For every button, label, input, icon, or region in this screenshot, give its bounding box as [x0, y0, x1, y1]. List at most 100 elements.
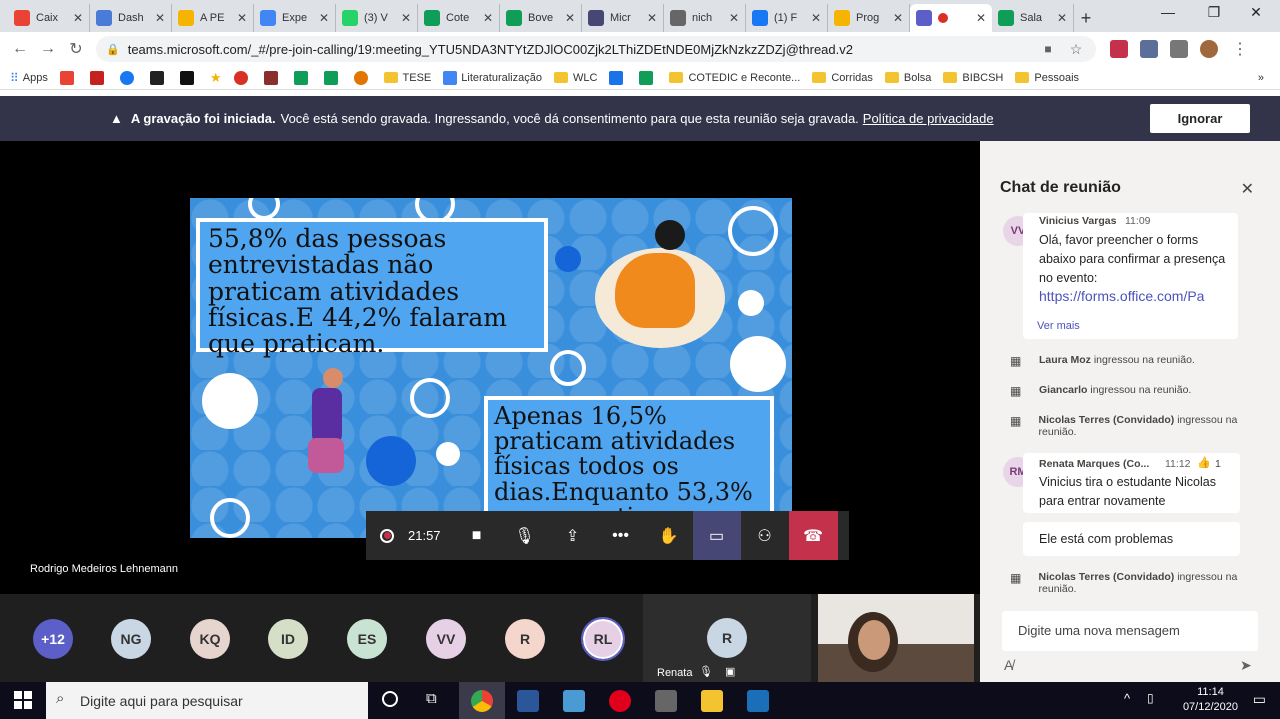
- browser-tab[interactable]: Micr ✕: [582, 4, 664, 32]
- browser-tab[interactable]: Bove ✕: [500, 4, 582, 32]
- close-tab-icon[interactable]: ✕: [401, 11, 411, 25]
- participant-avatar[interactable]: +12: [33, 619, 73, 659]
- task-view-icon[interactable]: ⧉: [426, 690, 437, 707]
- dismiss-button[interactable]: Ignorar: [1150, 104, 1250, 133]
- browser-tab[interactable]: Expe ✕: [254, 4, 336, 32]
- close-tab-icon[interactable]: ✕: [565, 11, 575, 25]
- bookmark-sei[interactable]: [609, 70, 627, 85]
- close-tab-icon[interactable]: ✕: [319, 11, 329, 25]
- forms-link[interactable]: https://forms.office.com/Pa: [1039, 288, 1229, 304]
- camera-icon[interactable]: ■: [1034, 42, 1062, 56]
- bookmark-star[interactable]: ★: [210, 70, 222, 86]
- participant-avatar[interactable]: KQ: [190, 619, 230, 659]
- chat-toggle-button[interactable]: ▭: [692, 511, 741, 560]
- tray-chevron-icon[interactable]: ^: [1124, 691, 1130, 706]
- new-tab-button[interactable]: +: [1074, 4, 1098, 32]
- bookmark-folder-bolsa[interactable]: Bolsa: [884, 72, 931, 84]
- minimize-icon[interactable]: —: [1148, 4, 1188, 20]
- profile-avatar[interactable]: [1200, 40, 1218, 58]
- extension-icon[interactable]: [1140, 40, 1158, 58]
- close-tab-icon[interactable]: ✕: [155, 11, 165, 25]
- close-tab-icon[interactable]: ✕: [729, 11, 739, 25]
- bookmark-folder-wlc[interactable]: WLC: [553, 72, 597, 84]
- browser-tab[interactable]: ✕: [910, 4, 992, 32]
- bookmark-gmail[interactable]: [89, 70, 108, 85]
- bookmark-folder-bibcsh[interactable]: BIBCSH: [943, 72, 1003, 84]
- bookmark-literaturalizacao[interactable]: Literaturalização: [443, 70, 542, 85]
- bookmark-gzh[interactable]: [179, 70, 198, 85]
- participant-avatar[interactable]: ES: [347, 619, 387, 659]
- taskbar-search-input[interactable]: ⌕ Digite aqui para pesquisar: [46, 682, 368, 719]
- close-tab-icon[interactable]: ✕: [1057, 11, 1067, 25]
- close-window-icon[interactable]: ✕: [1236, 4, 1276, 21]
- close-tab-icon[interactable]: ✕: [73, 11, 83, 25]
- participant-avatar[interactable]: RL: [581, 617, 625, 661]
- bookmark-sheets[interactable]: [639, 70, 657, 85]
- close-tab-icon[interactable]: ✕: [483, 11, 493, 25]
- thumbs-up-icon[interactable]: 👍: [1197, 456, 1211, 469]
- reload-icon[interactable]: ↻: [62, 39, 90, 59]
- browser-tab[interactable]: nich ✕: [664, 4, 746, 32]
- camera-toggle-button[interactable]: ■: [453, 511, 501, 560]
- participant-avatar[interactable]: R: [505, 619, 545, 659]
- send-icon[interactable]: ➤: [1240, 657, 1252, 674]
- browser-tab[interactable]: Dash ✕: [90, 4, 172, 32]
- bookmark-apps[interactable]: ⠿ Apps: [10, 71, 48, 85]
- chat-compose-input[interactable]: Digite uma nova mensagem: [1002, 611, 1258, 651]
- privacy-policy-link[interactable]: Política de privacidade: [863, 111, 994, 126]
- participants-button[interactable]: ⚇: [741, 511, 789, 560]
- word-icon[interactable]: [517, 690, 539, 712]
- bookmark-folder-tese[interactable]: TESE: [383, 72, 431, 84]
- app-icon[interactable]: [563, 690, 585, 712]
- bookmark-site[interactable]: [233, 70, 252, 85]
- back-icon[interactable]: ←: [6, 40, 34, 58]
- mic-muted-button[interactable]: 🎙: [501, 511, 549, 560]
- share-screen-button[interactable]: ⇪: [549, 511, 597, 560]
- close-tab-icon[interactable]: ✕: [893, 11, 903, 25]
- bookmark-folder-corridas[interactable]: Corridas: [812, 72, 873, 84]
- opera-icon[interactable]: [609, 690, 631, 712]
- close-tab-icon[interactable]: ✕: [647, 11, 657, 25]
- see-more-link[interactable]: Ver mais: [1037, 320, 1080, 332]
- puzzle-icon[interactable]: [1170, 40, 1188, 58]
- bookmark-gmail[interactable]: [59, 70, 78, 85]
- browser-tab[interactable]: (1) F ✕: [746, 4, 828, 32]
- calculator-icon[interactable]: [655, 690, 677, 712]
- forward-icon[interactable]: →: [34, 40, 62, 58]
- bookmarks-overflow-icon[interactable]: »: [1258, 72, 1264, 84]
- participant-tile-renata[interactable]: R Renata 🎙 ▣: [643, 594, 811, 682]
- participant-video-tile[interactable]: [818, 594, 974, 682]
- bookmark-facebook[interactable]: [119, 70, 138, 85]
- bookmark-site[interactable]: [263, 70, 282, 85]
- notification-icon[interactable]: ▭: [1253, 691, 1266, 708]
- browser-tab[interactable]: Caix ✕: [8, 4, 90, 32]
- browser-tab[interactable]: Sala ✕: [992, 4, 1074, 32]
- participant-avatar[interactable]: NG: [111, 619, 151, 659]
- close-icon[interactable]: ✕: [1241, 179, 1254, 199]
- bookmark-site[interactable]: [149, 70, 168, 85]
- extension-icon[interactable]: [1110, 40, 1128, 58]
- browser-tab[interactable]: (3) V ✕: [336, 4, 418, 32]
- browser-tab[interactable]: A PE ✕: [172, 4, 254, 32]
- browser-tab[interactable]: Prog ✕: [828, 4, 910, 32]
- close-tab-icon[interactable]: ✕: [811, 11, 821, 25]
- bookmark-folder-pessoais[interactable]: Pessoais: [1015, 72, 1079, 84]
- close-tab-icon[interactable]: ✕: [976, 11, 986, 25]
- bookmark-sheets[interactable]: [293, 70, 312, 85]
- maximize-icon[interactable]: ❐: [1194, 4, 1234, 21]
- taskbar-clock[interactable]: 11:14 07/12/2020: [1183, 685, 1238, 715]
- chrome-taskbar-button[interactable]: [459, 682, 505, 719]
- ct-app-icon[interactable]: [747, 690, 769, 712]
- address-bar[interactable]: 🔒 teams.microsoft.com/_#/pre-join-callin…: [96, 36, 1096, 62]
- hang-up-button[interactable]: ☎: [788, 511, 838, 560]
- bookmark-folder-cotedic[interactable]: COTEDIC e Reconte...: [669, 72, 800, 84]
- cortana-icon[interactable]: [382, 691, 398, 707]
- raise-hand-button[interactable]: ✋: [645, 511, 693, 560]
- more-options-button[interactable]: •••: [597, 511, 645, 560]
- file-explorer-icon[interactable]: [701, 690, 723, 712]
- star-icon[interactable]: ☆: [1062, 41, 1090, 58]
- participant-avatar[interactable]: VV: [426, 619, 466, 659]
- participant-avatar[interactable]: ID: [268, 619, 308, 659]
- menu-icon[interactable]: ⋮: [1226, 39, 1254, 59]
- format-icon[interactable]: A̸: [1004, 657, 1013, 673]
